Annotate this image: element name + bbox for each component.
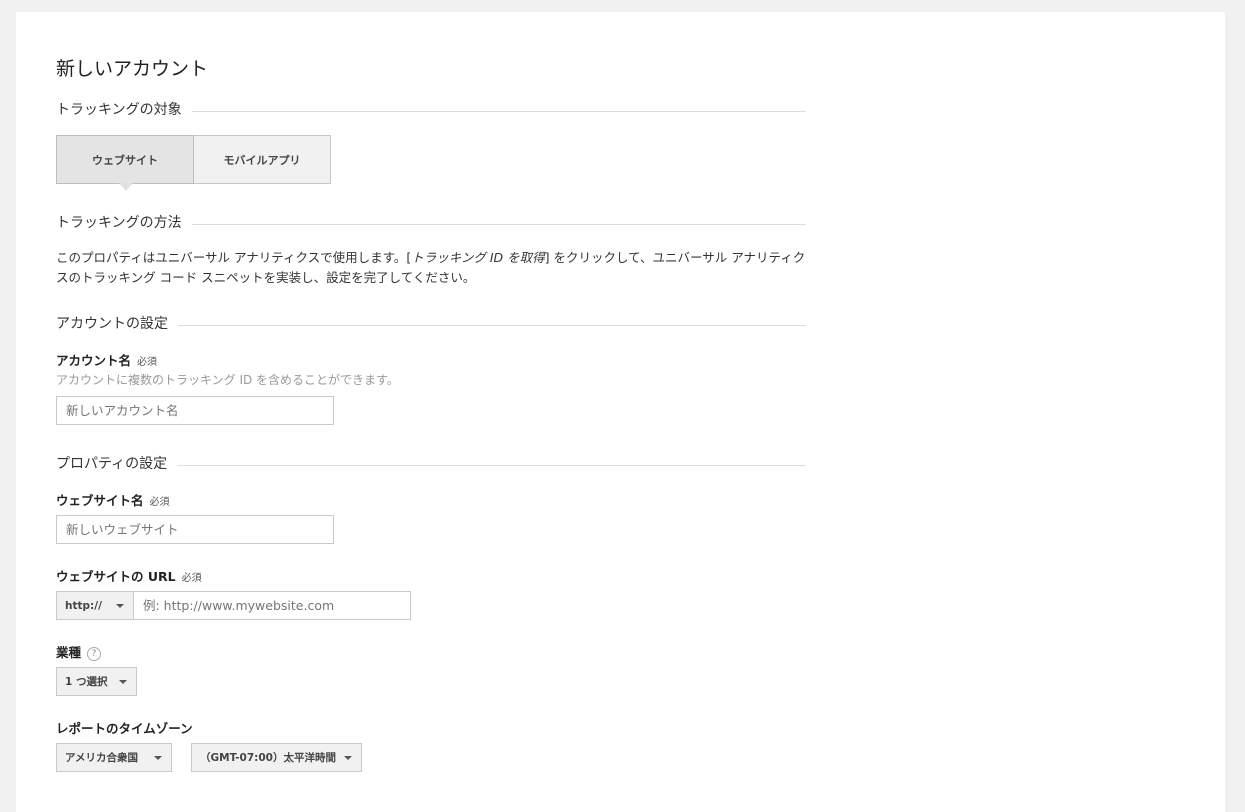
industry-value: 1 つ選択 xyxy=(65,676,108,688)
section-divider xyxy=(191,223,806,225)
section-property-settings: プロパティの設定 xyxy=(56,453,806,473)
website-option-button[interactable]: ウェブサイト xyxy=(56,135,194,191)
timezone-zone-dropdown[interactable]: （GMT-07:00）太平洋時間 xyxy=(191,743,362,772)
mobile-app-option-button[interactable]: モバイルアプリ xyxy=(194,135,331,184)
section-tracking-target: トラッキングの対象 xyxy=(56,99,806,119)
get-tracking-id-reference: トラッキング ID を取得 xyxy=(411,250,545,265)
field-label: 業種 xyxy=(56,645,82,660)
help-icon[interactable]: ? xyxy=(87,646,102,661)
website-name-input[interactable] xyxy=(56,515,334,544)
page-title: 新しいアカウント xyxy=(56,58,209,80)
zone-value: （GMT-07:00）太平洋時間 xyxy=(200,752,336,764)
timezone-label: レポートのタイムゾーン xyxy=(56,718,193,737)
section-title: アカウントの設定 xyxy=(56,316,168,332)
website-url-input[interactable] xyxy=(133,591,411,620)
new-account-panel: 新しいアカウント トラッキングの対象 ウェブサイト モバイルアプリ トラッキング… xyxy=(16,12,1225,812)
required-badge: 必須 xyxy=(137,357,158,368)
industry-dropdown[interactable]: 1 つ選択 xyxy=(56,667,137,696)
section-account-settings: アカウントの設定 xyxy=(56,313,806,333)
industry-label: 業種? xyxy=(56,642,102,661)
chevron-down-icon xyxy=(344,755,352,760)
website-name-label: ウェブサイト名 必須 xyxy=(56,490,170,509)
tracking-target-toggle: ウェブサイト モバイルアプリ xyxy=(56,135,331,191)
protocol-value: http:// xyxy=(65,599,102,612)
account-name-input[interactable] xyxy=(56,396,334,425)
section-divider xyxy=(178,324,806,326)
description-text: このプロパティはユニバーサル アナリティクスで使用します。[ xyxy=(56,250,412,265)
website-url-label: ウェブサイトの URL 必須 xyxy=(56,566,202,585)
account-name-hint: アカウントに複数のトラッキング ID を含めることができます。 xyxy=(56,373,399,387)
section-title: トラッキングの対象 xyxy=(56,102,182,118)
chevron-down-icon xyxy=(119,679,127,684)
timezone-country-dropdown[interactable]: アメリカ合衆国 xyxy=(56,743,172,772)
section-divider xyxy=(191,110,806,112)
mobile-app-option-label: モバイルアプリ xyxy=(223,153,301,167)
section-divider xyxy=(177,464,806,466)
section-tracking-method: トラッキングの方法 xyxy=(56,212,806,232)
field-label: ウェブサイトの URL xyxy=(56,569,176,584)
website-option-label: ウェブサイト xyxy=(92,153,158,167)
protocol-dropdown[interactable]: http:// xyxy=(56,591,134,620)
tracking-method-description: このプロパティはユニバーサル アナリティクスで使用します。[トラッキング ID … xyxy=(56,248,806,288)
country-value: アメリカ合衆国 xyxy=(65,752,138,764)
section-title: プロパティの設定 xyxy=(56,456,168,472)
required-badge: 必須 xyxy=(181,573,202,584)
required-badge: 必須 xyxy=(149,497,170,508)
field-label: レポートのタイムゾーン xyxy=(56,721,193,736)
field-label: ウェブサイト名 xyxy=(56,493,144,508)
chevron-down-icon xyxy=(154,755,162,760)
account-name-label: アカウント名 必須 xyxy=(56,350,157,369)
field-label: アカウント名 xyxy=(56,353,132,368)
section-title: トラッキングの方法 xyxy=(56,215,182,231)
chevron-down-icon xyxy=(116,603,124,608)
selected-caret-icon xyxy=(119,183,133,191)
